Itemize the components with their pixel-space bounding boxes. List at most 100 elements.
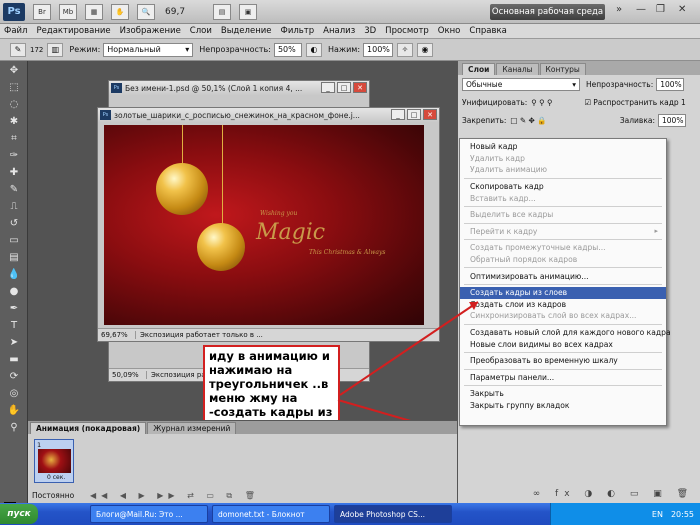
hand-icon[interactable]: ✋: [111, 3, 129, 20]
maximize-icon[interactable]: □: [337, 82, 351, 93]
3d-camera-tool-icon[interactable]: ◎: [3, 386, 25, 401]
taskbar-button[interactable]: Adobe Photoshop CS...: [334, 505, 452, 523]
document-title-bar[interactable]: Ps Без имени-1.psd @ 50,1% (Слой 1 копия…: [109, 81, 369, 95]
history-brush-tool-icon[interactable]: ↺: [3, 216, 25, 231]
loop-select[interactable]: Постоянно: [32, 491, 74, 500]
close-icon[interactable]: ✕: [423, 109, 437, 120]
animation-tab[interactable]: Журнал измерений: [147, 422, 237, 434]
menu-item[interactable]: Просмотр: [385, 26, 429, 36]
context-menu-item[interactable]: Создать кадры из слоев: [460, 286, 666, 299]
layer-footer-icons[interactable]: ∞ fx ◑ ◐ ▭ ▣ 🗑: [462, 489, 694, 499]
lasso-tool-icon[interactable]: ◌: [3, 97, 25, 112]
bridge-icon[interactable]: Br: [33, 3, 51, 20]
path-select-tool-icon[interactable]: ➤: [3, 335, 25, 350]
menu-item[interactable]: Слои: [190, 26, 212, 36]
tablet-pressure-opacity-icon[interactable]: ◐: [305, 42, 322, 57]
gradient-tool-icon[interactable]: ▤: [3, 250, 25, 265]
hand-tool-icon[interactable]: ✋: [3, 403, 25, 418]
minimize-icon[interactable]: _: [321, 82, 335, 93]
zoom-tool-icon[interactable]: 🔍: [137, 3, 155, 20]
taskbar-button[interactable]: domonet.txt - Блокнот: [212, 505, 330, 523]
panel-tab[interactable]: Каналы: [496, 63, 539, 75]
context-menu-item[interactable]: Закрыть: [460, 388, 666, 400]
context-menu-item[interactable]: Параметры панели...: [460, 372, 666, 384]
expand-icon[interactable]: »: [616, 4, 622, 15]
blur-tool-icon[interactable]: 💧: [3, 267, 25, 282]
frame-delay[interactable]: 0 сек.: [47, 474, 65, 481]
move-tool-icon[interactable]: ✥: [3, 63, 25, 78]
image-canvas[interactable]: Magic Wishing you This Christmas & Alway…: [104, 125, 424, 325]
zoom-level[interactable]: 69,7: [165, 7, 205, 17]
lock-icons[interactable]: □ ✎ ✥ 🔒: [510, 116, 546, 125]
context-menu-item[interactable]: Создать слои из кадров: [460, 299, 666, 311]
workspace-switcher[interactable]: Основная рабочая среда: [490, 4, 605, 20]
maximize-icon[interactable]: ❐: [656, 4, 665, 15]
3d-rotate-tool-icon[interactable]: ⟳: [3, 369, 25, 384]
brush-tool-icon[interactable]: ✎: [3, 182, 25, 197]
context-menu-item[interactable]: Скопировать кадр: [460, 181, 666, 193]
menu-item[interactable]: Изображение: [120, 26, 181, 36]
document-window-front[interactable]: Ps золотые_шарики_с_росписью_снежинок_на…: [97, 107, 440, 342]
zoom-readout[interactable]: 50,09%: [109, 371, 147, 379]
crop-tool-icon[interactable]: ⌗: [3, 131, 25, 146]
playback-controls[interactable]: ◀◀ ◀ ▶ ▶▶ ⇄ ▭ ⧉ 🗑: [90, 491, 260, 501]
marquee-tool-icon[interactable]: ⬚: [3, 80, 25, 95]
minimize-icon[interactable]: _: [391, 109, 405, 120]
menu-item[interactable]: Анализ: [323, 26, 355, 36]
zoom-readout[interactable]: 69,67%: [98, 331, 136, 339]
panel-tab[interactable]: Слои: [462, 63, 496, 75]
unify-icons[interactable]: ⚲ ⚲ ⚲: [531, 98, 552, 107]
healing-tool-icon[interactable]: ✚: [3, 165, 25, 180]
mini-bridge-icon[interactable]: Mb: [59, 3, 77, 20]
shape-tool-icon[interactable]: ▬: [3, 352, 25, 367]
propagate-checkbox[interactable]: ☑: [585, 98, 592, 107]
menu-item[interactable]: Справка: [469, 26, 506, 36]
screen-mode-icon[interactable]: ▣: [239, 3, 257, 20]
start-button[interactable]: пуск: [0, 504, 38, 524]
context-menu-item[interactable]: Новый кадр: [460, 141, 666, 153]
menu-item[interactable]: Фильтр: [281, 26, 315, 36]
type-tool-icon[interactable]: T: [3, 318, 25, 333]
zoom-tool-icon[interactable]: ⚲: [3, 420, 25, 435]
blend-mode-select[interactable]: Обычные ▾: [462, 77, 580, 91]
brush-size[interactable]: 172: [30, 46, 43, 54]
tablet-pressure-size-icon[interactable]: ◉: [417, 42, 434, 57]
panel-tab[interactable]: Контуры: [539, 63, 586, 75]
pressure-field[interactable]: 100%: [363, 42, 394, 57]
context-menu-item[interactable]: Новые слои видимы во всех кадрах: [460, 338, 666, 350]
close-icon[interactable]: ✕: [353, 82, 367, 93]
stamp-tool-icon[interactable]: ⎍: [3, 199, 25, 214]
maximize-icon[interactable]: □: [407, 109, 421, 120]
context-menu-item[interactable]: Преобразовать во временную шкалу: [460, 355, 666, 367]
menu-item[interactable]: Файл: [4, 26, 27, 36]
eraser-tool-icon[interactable]: ▭: [3, 233, 25, 248]
document-title-bar[interactable]: Ps золотые_шарики_с_росписью_снежинок_на…: [98, 108, 439, 122]
mode-select[interactable]: Нормальный ▾: [103, 42, 194, 57]
context-menu-item[interactable]: Закрыть группу вкладок: [460, 400, 666, 412]
quick-select-tool-icon[interactable]: ✱: [3, 114, 25, 129]
context-menu-item[interactable]: Создавать новый слой для каждого нового …: [460, 327, 671, 339]
fill-field[interactable]: 100%: [658, 113, 686, 127]
minimize-icon[interactable]: —: [636, 4, 646, 15]
brush-preset-icon[interactable]: ✎: [10, 42, 26, 57]
pen-tool-icon[interactable]: ✒: [3, 301, 25, 316]
arrange-documents-icon[interactable]: ▤: [213, 3, 231, 20]
menu-item[interactable]: Редактирование: [36, 26, 110, 36]
menu-item[interactable]: 3D: [364, 26, 376, 36]
opacity-field[interactable]: 100%: [656, 77, 685, 91]
close-icon[interactable]: ✕: [678, 4, 686, 15]
context-menu-item[interactable]: Оптимизировать анимацию...: [460, 270, 666, 282]
view-extras-icon[interactable]: ▦: [85, 3, 103, 20]
animation-tab[interactable]: Анимация (покадровая): [30, 422, 147, 434]
animation-frame[interactable]: 1 0 сек.: [34, 439, 74, 483]
menu-item[interactable]: Выделение: [221, 26, 272, 36]
dodge-tool-icon[interactable]: ●: [3, 284, 25, 299]
opacity-field[interactable]: 50%: [273, 42, 302, 57]
airbrush-icon[interactable]: ✧: [397, 42, 414, 57]
taskbar-button[interactable]: Блоги@Mail.Ru: Это ...: [90, 505, 208, 523]
system-tray: EN 20:55: [550, 503, 700, 525]
menu-item[interactable]: Окно: [438, 26, 461, 36]
eyedropper-tool-icon[interactable]: ✑: [3, 148, 25, 163]
language-indicator[interactable]: EN: [652, 510, 663, 519]
brush-panel-icon[interactable]: ▥: [47, 42, 64, 57]
